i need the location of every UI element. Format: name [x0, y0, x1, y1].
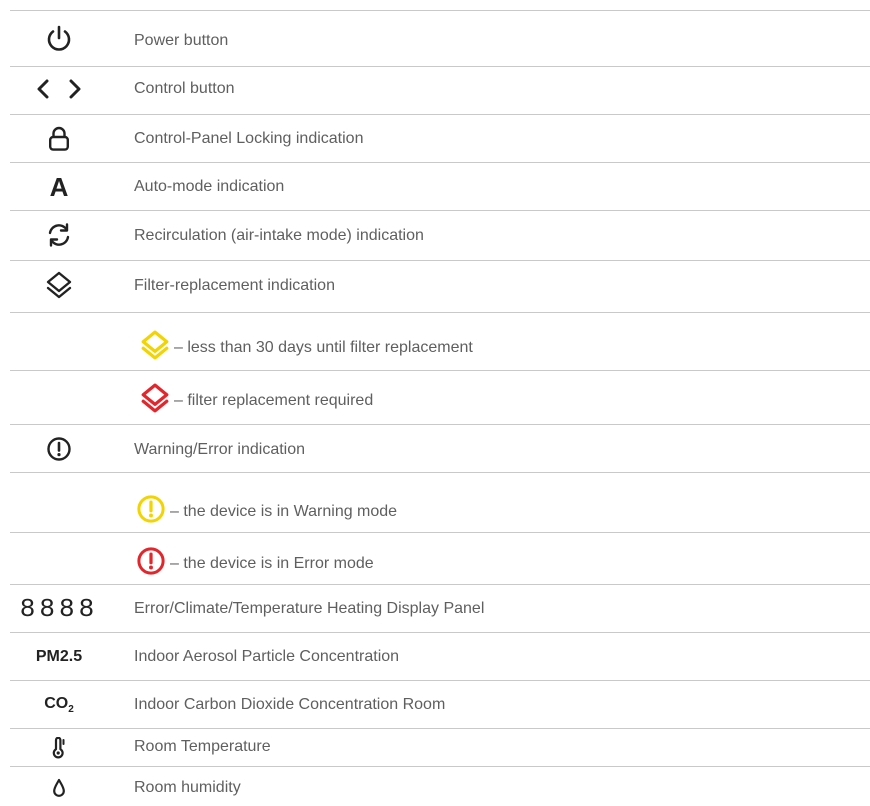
divider: [10, 766, 870, 767]
legend-label: Indoor Carbon Dioxide Concentration Room: [134, 696, 446, 713]
divider: [10, 728, 870, 729]
divider: [10, 312, 870, 313]
legend-label: Recirculation (air-intake mode) indicati…: [134, 227, 424, 244]
display-digits: 8888: [19, 594, 99, 624]
divider: [10, 260, 870, 261]
auto-mode-a-icon: A: [0, 170, 118, 204]
water-drop-icon: [0, 774, 118, 802]
co2-text-icon: CO2: [0, 688, 118, 722]
pm25-label: PM2.5: [35, 648, 83, 665]
divider: [10, 66, 870, 67]
legend-label: Control-Panel Locking indication: [134, 130, 364, 147]
legend-label: Warning/Error indication: [134, 441, 306, 458]
divider: [10, 584, 870, 585]
legend-label: Power button: [134, 32, 229, 49]
co2-text: CO: [44, 694, 69, 712]
divider: [10, 370, 870, 371]
legend-label: – filter replacement required: [174, 391, 374, 409]
co2-label: CO2: [44, 695, 74, 715]
legend-label: Error/Climate/Temperature Heating Displa…: [134, 600, 485, 617]
divider: [10, 114, 870, 115]
divider: [10, 532, 870, 533]
warning-yellow-icon: [136, 494, 166, 529]
icon-legend: Power button Control button Control-Pane…: [0, 0, 870, 806]
auto-mode-a-text: A: [49, 171, 69, 202]
co2-subscript: 2: [68, 704, 74, 716]
chevrons-left-right-icon: [0, 72, 118, 106]
legend-label: Auto-mode indication: [134, 178, 285, 195]
legend-label: Room humidity: [134, 779, 241, 796]
thermometer-icon: [0, 733, 118, 763]
divider: [10, 162, 870, 163]
divider: [10, 680, 870, 681]
pm25-text-icon: PM2.5: [0, 640, 118, 674]
legend-label: – less than 30 days until filter replace…: [174, 338, 473, 356]
legend-label: Filter-replacement indication: [134, 277, 335, 294]
error-red-icon: [136, 546, 166, 581]
power-icon: [0, 22, 118, 56]
divider: [10, 632, 870, 633]
filter-layers-yellow-icon: [140, 330, 170, 365]
divider: [10, 210, 870, 211]
legend-label: – the device is in Error mode: [170, 554, 374, 572]
divider: [10, 472, 870, 473]
warning-icon: [0, 432, 118, 466]
legend-label: Control button: [134, 80, 235, 97]
filter-layers-icon: [0, 268, 118, 302]
lock-icon: [0, 122, 118, 156]
recirculation-icon: [0, 218, 118, 252]
divider: [10, 10, 870, 11]
seven-segment-display-icon: 8888: [0, 592, 118, 626]
filter-layers-red-icon: [140, 383, 170, 418]
legend-label: – the device is in Warning mode: [170, 502, 398, 520]
divider: [10, 424, 870, 425]
legend-label: Room Temperature: [134, 738, 271, 755]
legend-label: Indoor Aerosol Particle Concentration: [134, 648, 400, 665]
